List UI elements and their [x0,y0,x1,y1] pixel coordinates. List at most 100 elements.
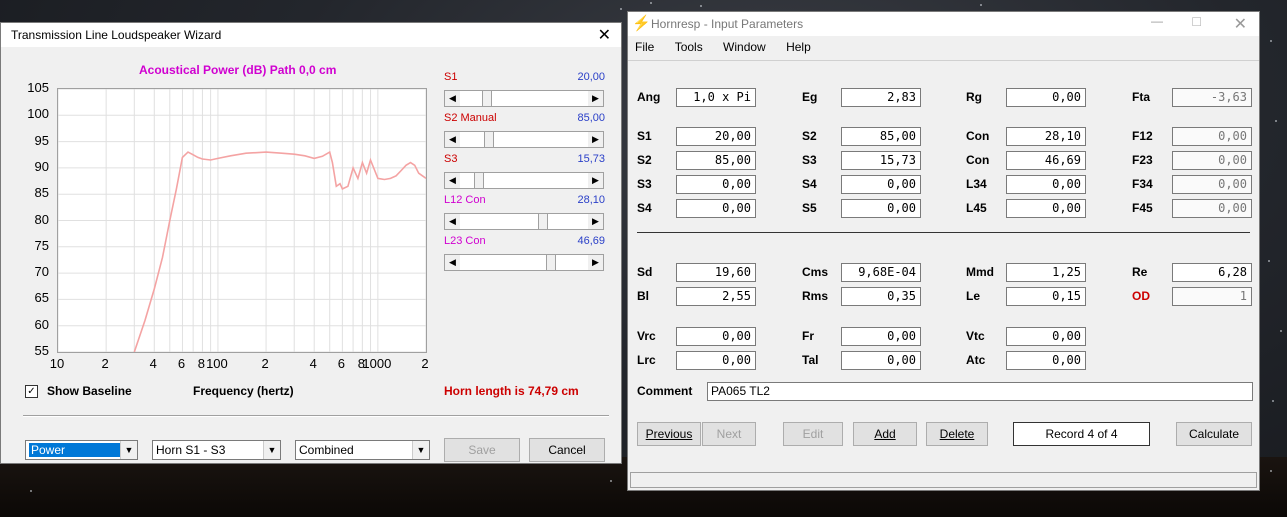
param-field[interactable]: 85,00 [676,151,756,170]
param-field[interactable]: 0,00 [1172,127,1252,146]
param-field[interactable]: 46,69 [1006,151,1086,170]
arrow-left-icon[interactable]: ◀ [445,214,460,229]
horn-select[interactable]: Horn S1 - S3 ▼ [152,440,281,460]
arrow-right-icon[interactable]: ▶ [588,132,603,147]
calculate-button[interactable]: Calculate [1176,422,1252,446]
menu-file[interactable]: File [635,40,654,54]
param-field[interactable]: 1,0 x Pi [676,88,756,107]
param-field[interactable]: 9,68E-04 [841,263,921,282]
param-field[interactable]: 15,73 [841,151,921,170]
param-field[interactable]: 2,55 [676,287,756,306]
add-button[interactable]: Add [853,422,917,446]
close-icon[interactable]: ✕ [598,25,611,45]
param-field[interactable]: -3,63 [1172,88,1252,107]
param-label: S1 [637,129,652,143]
maximize-icon[interactable]: ☐ [1191,15,1202,29]
chevron-down-icon[interactable]: ▼ [120,441,137,459]
slider-label: L23 Con [444,235,486,247]
record-indicator: Record 4 of 4 [1013,422,1150,446]
param-field[interactable]: 0,00 [841,199,921,218]
param-field[interactable]: 2,83 [841,88,921,107]
slider-scrollbar[interactable]: ◀ ▶ [444,90,604,107]
arrow-left-icon[interactable]: ◀ [445,91,460,106]
wizard-window: Transmission Line Loudspeaker Wizard ✕ A… [0,22,622,464]
param-field[interactable]: 0,15 [1006,287,1086,306]
close-icon[interactable]: ✕ [1234,14,1247,34]
param-field[interactable]: 0,00 [1006,351,1086,370]
menu-help[interactable]: Help [786,40,811,54]
arrow-right-icon[interactable]: ▶ [588,214,603,229]
arrow-right-icon[interactable]: ▶ [588,173,603,188]
response-chart [57,88,427,353]
param-label: Vrc [637,329,656,343]
delete-button[interactable]: Delete [926,422,988,446]
param-field[interactable]: 20,00 [676,127,756,146]
save-button[interactable]: Save [444,438,520,462]
param-field[interactable]: 28,10 [1006,127,1086,146]
param-field[interactable]: 0,00 [1172,175,1252,194]
chevron-down-icon[interactable]: ▼ [412,441,429,459]
arrow-right-icon[interactable]: ▶ [588,91,603,106]
chevron-down-icon[interactable]: ▼ [263,441,280,459]
param-field[interactable]: 1,25 [1006,263,1086,282]
arrow-right-icon[interactable]: ▶ [588,255,603,270]
param-field[interactable]: 0,35 [841,287,921,306]
slider-scrollbar[interactable]: ◀ ▶ [444,213,604,230]
param-field[interactable]: 6,28 [1172,263,1252,282]
param-field[interactable]: 19,60 [676,263,756,282]
section-divider [637,232,1250,233]
arrow-left-icon[interactable]: ◀ [445,132,460,147]
param-label: Lrc [637,353,656,367]
minimize-icon[interactable]: — [1151,14,1163,28]
arrow-left-icon[interactable]: ◀ [445,173,460,188]
comment-field[interactable]: PA065 TL2 [707,382,1253,401]
power-select-value: Power [29,443,121,457]
param-label: S2 [802,129,817,143]
cancel-button[interactable]: Cancel [529,438,605,462]
slider-thumb[interactable] [481,91,492,106]
param-field[interactable]: 0,00 [676,199,756,218]
frequency-axis-label: Frequency (hertz) [193,384,294,398]
slider-scrollbar[interactable]: ◀ ▶ [444,172,604,189]
edit-button[interactable]: Edit [783,422,843,446]
param-field[interactable]: 1 [1172,287,1252,306]
menu-tools[interactable]: Tools [675,40,703,54]
param-field[interactable]: 0,00 [676,351,756,370]
slider-label: S3 [444,153,458,165]
param-field[interactable]: 0,00 [1006,175,1086,194]
slider-thumb[interactable] [546,255,557,270]
menu-window[interactable]: Window [723,40,766,54]
param-field[interactable]: 0,00 [1006,327,1086,346]
slider-thumb[interactable] [538,214,548,229]
slider-thumb[interactable] [484,132,494,147]
param-field[interactable]: 0,00 [676,327,756,346]
param-field[interactable]: 0,00 [1006,199,1086,218]
wizard-titlebar: Transmission Line Loudspeaker Wizard ✕ [1,23,621,47]
slider-scrollbar[interactable]: ◀ ▶ [444,131,604,148]
param-field[interactable]: 0,00 [676,175,756,194]
star [610,480,612,482]
param-field[interactable]: 0,00 [841,351,921,370]
slider-thumb[interactable] [474,173,485,188]
slider-scrollbar[interactable]: ◀ ▶ [444,254,604,271]
param-field[interactable]: 0,00 [1172,199,1252,218]
param-label: Tal [802,353,819,367]
param-field[interactable]: 0,00 [1172,151,1252,170]
param-field[interactable]: 0,00 [841,175,921,194]
y-tick-label: 75 [34,237,49,253]
combined-select[interactable]: Combined ▼ [295,440,430,460]
param-field[interactable]: 0,00 [841,327,921,346]
previous-button[interactable]: Previous [637,422,701,446]
param-field[interactable]: 85,00 [841,127,921,146]
power-select[interactable]: Power ▼ [25,440,138,460]
star [650,2,652,4]
slider-label: S2 Manual [444,112,497,124]
y-tick-label: 60 [34,316,49,332]
param-label: Le [966,289,981,303]
show-baseline-checkbox[interactable]: ✓ [25,385,38,398]
slider-value: 46,69 [577,235,605,247]
next-button[interactable]: Next [702,422,756,446]
param-field[interactable]: 0,00 [1006,88,1086,107]
param-label: Fr [802,329,814,343]
arrow-left-icon[interactable]: ◀ [445,255,460,270]
